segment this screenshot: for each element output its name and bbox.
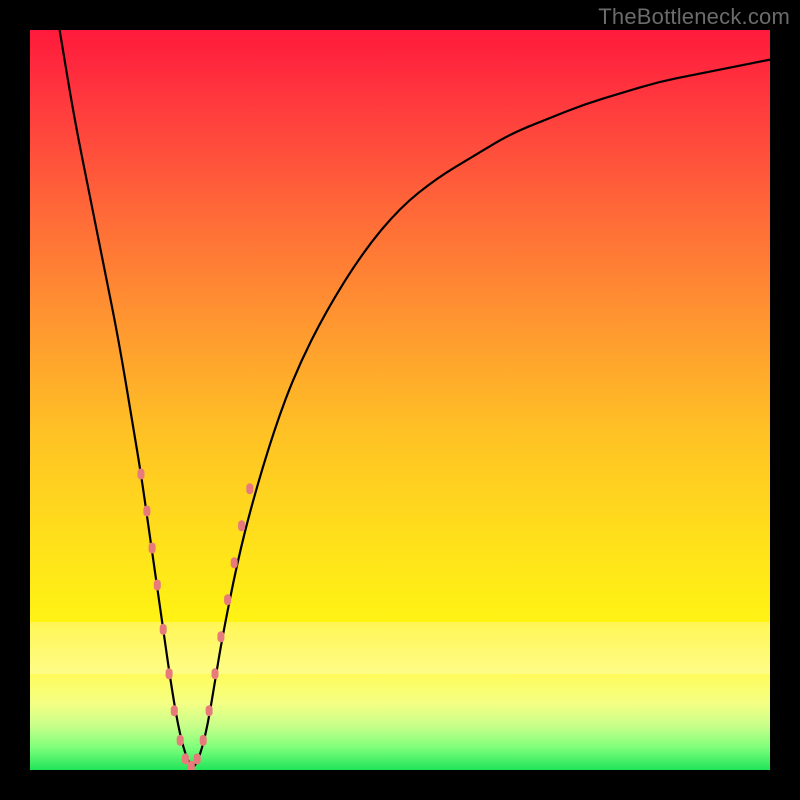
sample-point: [149, 543, 156, 554]
sample-points-group: [138, 469, 254, 771]
sample-point: [166, 668, 173, 679]
sample-point: [177, 735, 184, 746]
watermark-text: TheBottleneck.com: [598, 4, 790, 30]
sample-point: [171, 705, 178, 716]
sample-point: [194, 753, 201, 764]
bottleneck-curve: [60, 30, 770, 766]
sample-point: [200, 735, 207, 746]
sample-point: [138, 469, 145, 480]
sample-point: [188, 761, 195, 770]
sample-point: [143, 506, 150, 517]
sample-point: [224, 594, 231, 605]
sample-point: [231, 557, 238, 568]
sample-point: [154, 580, 161, 591]
sample-point: [217, 631, 224, 642]
outer-frame: TheBottleneck.com: [0, 0, 800, 800]
sample-point: [182, 753, 189, 764]
sample-point: [160, 624, 167, 635]
sample-point: [238, 520, 245, 531]
sample-point: [246, 483, 253, 494]
plot-area: [30, 30, 770, 770]
sample-point: [206, 705, 213, 716]
curve-layer: [30, 30, 770, 770]
sample-point: [212, 668, 219, 679]
